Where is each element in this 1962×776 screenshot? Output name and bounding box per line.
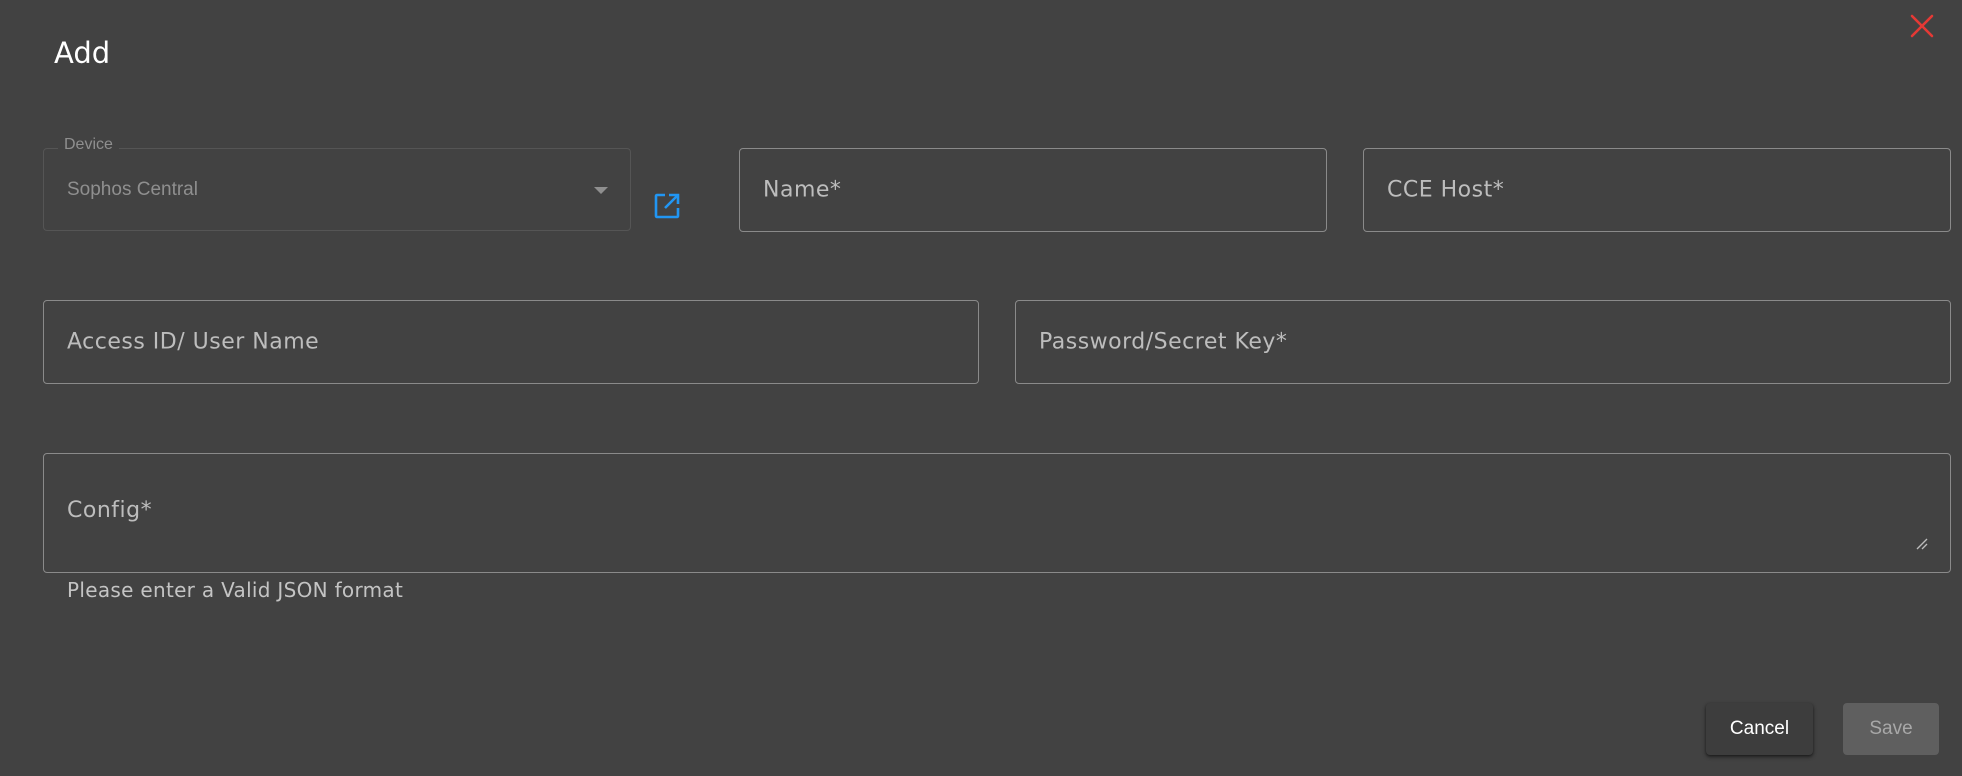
cancel-button[interactable]: Cancel [1706,703,1813,755]
name-placeholder: Name* [763,177,842,203]
device-value: Sophos Central [67,178,198,200]
dialog-title: Add [54,36,111,70]
config-helper-text: Please enter a Valid JSON format [67,578,404,602]
config-placeholder: Config* [67,498,153,523]
device-label: Device [58,136,119,154]
access-id-placeholder: Access ID/ User Name [67,329,320,355]
access-id-field[interactable]: Access ID/ User Name [43,300,979,384]
chevron-down-icon [594,186,608,194]
name-field[interactable]: Name* [739,148,1327,232]
password-placeholder: Password/Secret Key* [1039,329,1288,355]
config-textarea[interactable]: Config* [43,453,1951,573]
add-dialog: Add Device Sophos Central Name* CCE Host… [0,0,1962,776]
cce-host-placeholder: CCE Host* [1387,177,1505,203]
password-field[interactable]: Password/Secret Key* [1015,300,1951,384]
open-in-new-icon [654,193,680,219]
resize-handle-icon[interactable] [1916,538,1928,550]
close-icon [1910,14,1934,38]
open-device-link-button[interactable] [652,191,682,221]
close-button[interactable] [1908,12,1936,40]
save-button[interactable]: Save [1843,703,1939,755]
cce-host-field[interactable]: CCE Host* [1363,148,1951,232]
device-select[interactable]: Device Sophos Central [43,136,631,231]
